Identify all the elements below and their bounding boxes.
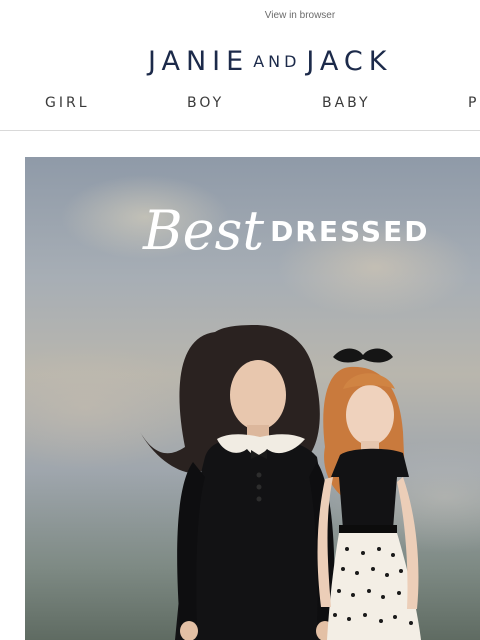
- logo-word-janie: JANIE: [148, 46, 250, 77]
- logo-word-and: AND: [253, 52, 301, 71]
- nav-item-boy[interactable]: BOY: [187, 95, 224, 111]
- header-divider: [0, 130, 480, 131]
- main-nav: GIRL BOY BABY P: [0, 95, 480, 117]
- hero-banner[interactable]: Best DRESSED: [25, 157, 480, 640]
- brand-logo[interactable]: JANIE AND JACK: [148, 46, 392, 80]
- nav-item-baby[interactable]: BABY: [322, 95, 371, 111]
- headline-script-word: Best: [143, 199, 265, 262]
- view-in-browser-link[interactable]: View in browser: [245, 10, 355, 21]
- headline-caps-word: DRESSED: [270, 215, 430, 248]
- hero-headline: Best DRESSED: [143, 199, 429, 289]
- logo-word-jack: JACK: [306, 46, 393, 77]
- nav-item-partial[interactable]: P: [468, 95, 479, 111]
- preheader: View in browser: [0, 0, 480, 30]
- nav-item-girl[interactable]: GIRL: [45, 95, 90, 111]
